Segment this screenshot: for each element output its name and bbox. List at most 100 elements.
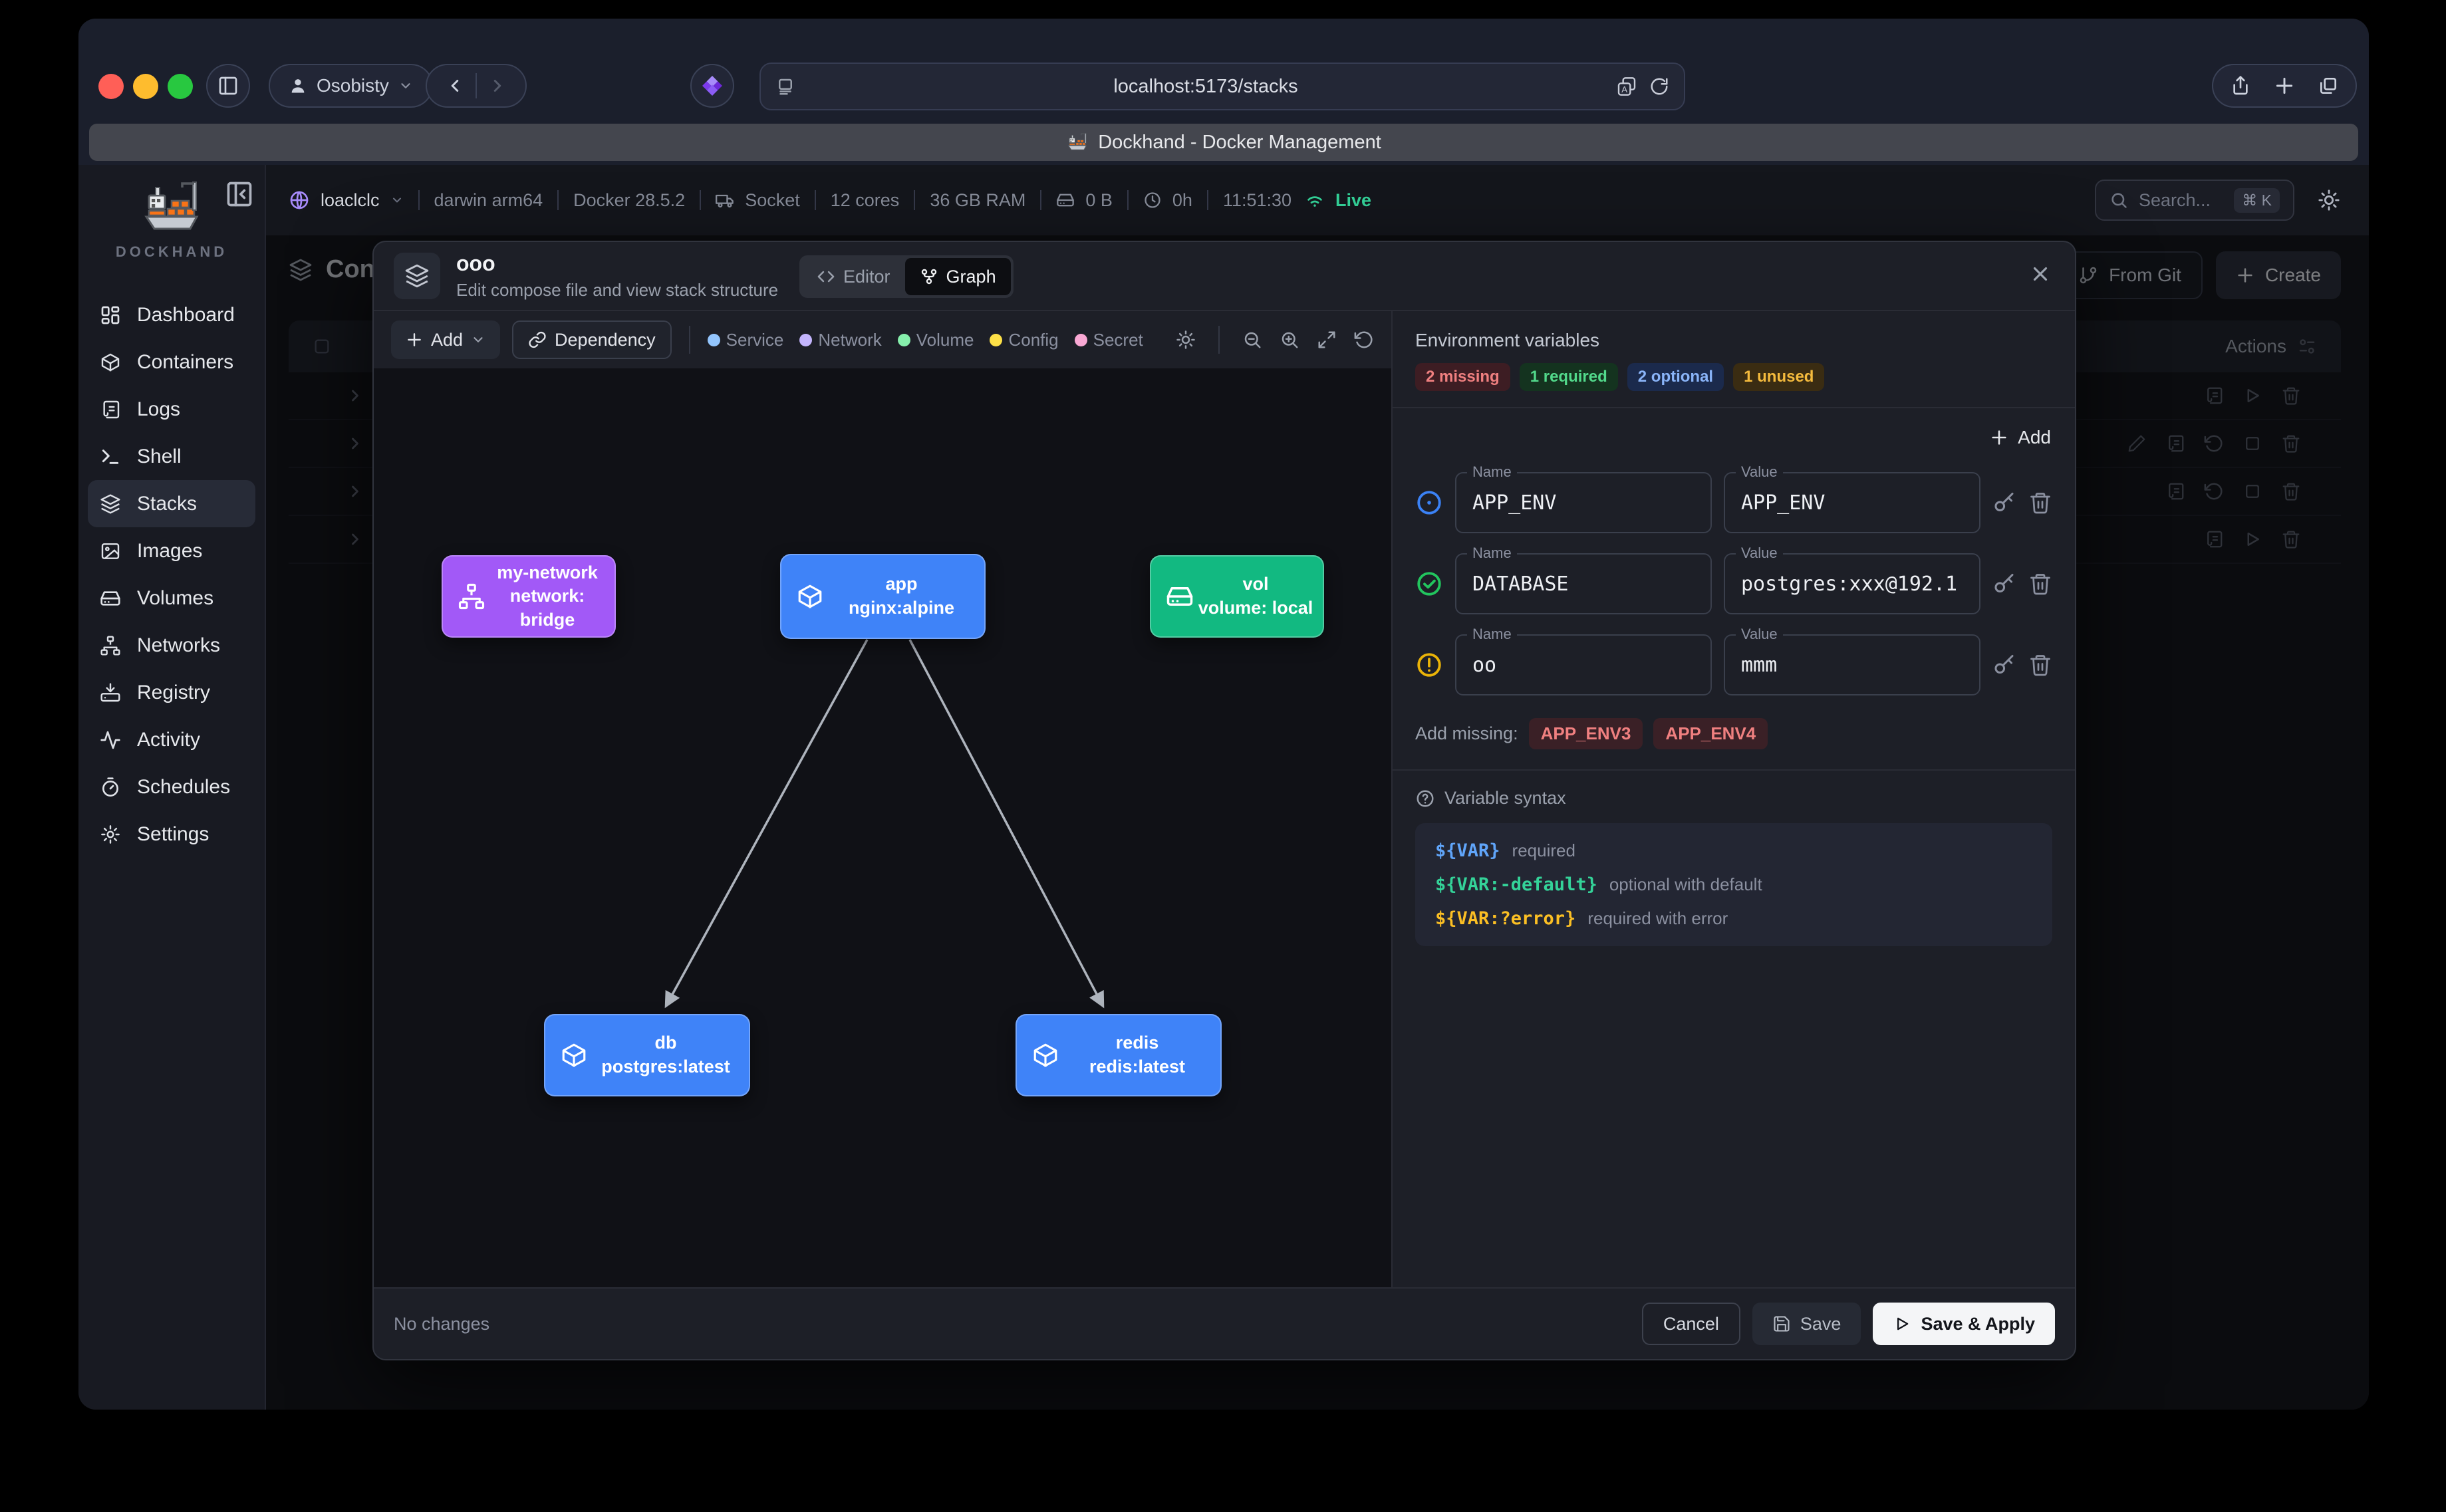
env-name-field[interactable]: Nameoo xyxy=(1455,634,1712,695)
syntax-code: ${VAR} xyxy=(1435,840,1500,861)
secret-key-icon[interactable] xyxy=(1992,572,2016,596)
dependency-button[interactable]: Dependency xyxy=(512,320,672,359)
zoom-out-icon[interactable] xyxy=(1242,330,1262,350)
translate-icon[interactable] xyxy=(1616,76,1637,97)
fit-view-icon[interactable] xyxy=(1317,330,1337,350)
sidebar-item-activity[interactable]: Activity xyxy=(88,716,255,763)
hard-drive-icon xyxy=(100,588,121,609)
tab-editor[interactable]: Editor xyxy=(802,258,905,295)
env-name-field[interactable]: NameAPP_ENV xyxy=(1455,472,1712,533)
close-window-button[interactable] xyxy=(98,74,124,99)
volume-dot xyxy=(898,334,910,346)
nav-divider xyxy=(476,73,477,98)
new-tab-icon[interactable] xyxy=(2274,75,2295,96)
sidebar-item-registry[interactable]: Registry xyxy=(88,669,255,716)
env-var-row: NameAPP_ENV ValueAPP_ENV xyxy=(1393,472,2075,533)
reload-icon[interactable] xyxy=(1649,76,1669,96)
sidebar-item-label: Dashboard xyxy=(137,304,235,326)
sidebar-item-label: Settings xyxy=(137,823,209,846)
sidebar-item-schedules[interactable]: Schedules xyxy=(88,763,255,811)
graph-canvas[interactable]: my-networknetwork: bridge appnginx:alpin… xyxy=(374,368,1391,1287)
brightness-icon[interactable] xyxy=(1176,330,1196,350)
tab-graph[interactable]: Graph xyxy=(905,258,1011,295)
chevron-down-icon xyxy=(398,78,413,93)
syntax-code: ${VAR:?error} xyxy=(1435,908,1575,929)
save-apply-button[interactable]: Save & Apply xyxy=(1873,1303,2055,1345)
missing-var-chip[interactable]: APP_ENV4 xyxy=(1653,718,1768,749)
graph-node-redis[interactable]: redisredis:latest xyxy=(1016,1014,1222,1096)
missing-var-chip[interactable]: APP_ENV3 xyxy=(1529,718,1643,749)
sidebar-item-label: Networks xyxy=(137,634,220,657)
graph-node-app[interactable]: appnginx:alpine xyxy=(780,554,986,639)
search-placeholder: Search... xyxy=(2139,190,2211,211)
clock-icon xyxy=(1143,191,1162,209)
save-icon xyxy=(1772,1315,1791,1333)
download-icon xyxy=(100,682,121,703)
address-bar[interactable]: localhost:5173/stacks xyxy=(759,63,1685,110)
env-value-field[interactable]: ValueAPP_ENV xyxy=(1724,472,1980,533)
sidebar-item-label: Schedules xyxy=(137,776,230,799)
theme-toggle-button[interactable] xyxy=(2312,183,2346,217)
delete-variable-icon[interactable] xyxy=(2028,572,2052,596)
env-value-field[interactable]: Valuemmm xyxy=(1724,634,1980,695)
search-input[interactable]: Search... ⌘ K xyxy=(2095,180,2294,221)
sidebar-toggle-button[interactable] xyxy=(206,64,250,108)
reset-layout-icon[interactable] xyxy=(1354,330,1374,350)
node-subtitle: network: bridge xyxy=(487,584,608,632)
save-button[interactable]: Save xyxy=(1752,1303,1861,1345)
secret-key-icon[interactable] xyxy=(1992,491,2016,515)
node-subtitle: postgres:latest xyxy=(589,1055,742,1079)
add-node-button[interactable]: Add xyxy=(391,320,500,359)
modal-title: ooo xyxy=(456,251,778,276)
secret-key-icon[interactable] xyxy=(1992,653,2016,677)
minimize-window-button[interactable] xyxy=(133,74,158,99)
env-value-field[interactable]: Valuepostgres:xxx@192.1 xyxy=(1724,553,1980,614)
back-button[interactable] xyxy=(445,76,465,96)
browser-tab[interactable]: Dockhand - Docker Management xyxy=(89,124,2358,161)
add-variable-button[interactable]: Add xyxy=(1990,427,2051,448)
graph-node-vol[interactable]: volvolume: local xyxy=(1150,555,1324,638)
panel-icon xyxy=(217,75,239,96)
docker-version-label: Docker 28.5.2 xyxy=(573,190,685,211)
url-text[interactable]: localhost:5173/stacks xyxy=(795,76,1616,98)
syntax-desc: required xyxy=(1512,840,1575,861)
profile-button[interactable]: Osobisty xyxy=(269,64,433,108)
link-icon xyxy=(528,330,547,349)
node-title: app xyxy=(825,572,978,596)
context-selector[interactable]: loaclclc xyxy=(289,189,404,211)
sidebar-collapse-button[interactable] xyxy=(225,180,254,209)
env-name-field[interactable]: NameDATABASE xyxy=(1455,553,1712,614)
sidebar-item-settings[interactable]: Settings xyxy=(88,811,255,858)
delete-variable-icon[interactable] xyxy=(2028,653,2052,677)
sidebar-item-volumes[interactable]: Volumes xyxy=(88,574,255,622)
dashboard-icon xyxy=(100,305,121,326)
sidebar-item-images[interactable]: Images xyxy=(88,527,255,574)
sidebar-item-networks[interactable]: Networks xyxy=(88,622,255,669)
graph-node-db[interactable]: dbpostgres:latest xyxy=(544,1014,750,1096)
delete-variable-icon[interactable] xyxy=(2028,491,2052,515)
activity-icon xyxy=(100,729,121,751)
zoom-in-icon[interactable] xyxy=(1280,330,1299,350)
sidebar-item-logs[interactable]: Logs xyxy=(88,386,255,433)
person-icon xyxy=(289,76,307,95)
reader-icon[interactable] xyxy=(775,76,795,96)
sidebar-item-shell[interactable]: Shell xyxy=(88,433,255,480)
graph-node-network[interactable]: my-networknetwork: bridge xyxy=(442,555,616,638)
close-modal-button[interactable] xyxy=(2026,259,2055,289)
git-fork-icon xyxy=(920,267,938,286)
view-switcher: Editor Graph xyxy=(799,255,1014,298)
share-icon[interactable] xyxy=(2230,75,2251,96)
tab-overview-icon[interactable] xyxy=(2318,75,2339,96)
forward-button[interactable] xyxy=(487,76,507,96)
sidebar-item-dashboard[interactable]: Dashboard xyxy=(88,291,255,338)
cancel-button[interactable]: Cancel xyxy=(1642,1303,1740,1345)
history-nav xyxy=(426,64,527,108)
changes-status: No changes xyxy=(394,1314,489,1334)
sidebar-item-containers[interactable]: Containers xyxy=(88,338,255,386)
sidebar-item-stacks[interactable]: Stacks xyxy=(88,480,255,527)
modal-subtitle: Edit compose file and view stack structu… xyxy=(456,280,778,301)
zoom-window-button[interactable] xyxy=(168,74,193,99)
sidebar-item-label: Activity xyxy=(137,729,200,751)
modal-header: ooo Edit compose file and view stack str… xyxy=(374,242,2075,311)
extension-button[interactable] xyxy=(690,64,734,108)
